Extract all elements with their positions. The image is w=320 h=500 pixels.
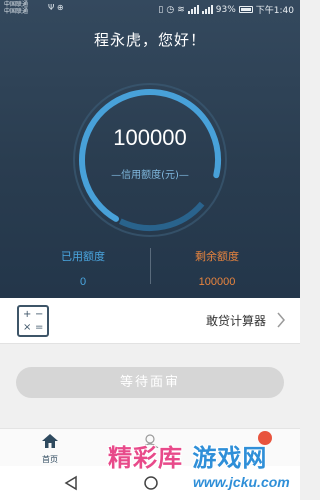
home-icon: [42, 434, 58, 448]
stats-divider: [150, 248, 151, 284]
back-icon[interactable]: [64, 475, 78, 491]
wifi-icon: ≋: [177, 4, 185, 15]
greeting-title: 程永虎，您好！: [93, 31, 206, 49]
used-limit-label: 已用额度: [61, 250, 105, 263]
site-watermark: 精彩库 游戏网 www.jcku.com: [108, 438, 300, 498]
carrier-labels: 中国联通 中国联通: [4, 1, 28, 15]
status-bar: 中国联通 中国联通 Ψ ⊕ ▯ ◷ ≋ 93% 下午1:40: [0, 0, 300, 18]
chevron-right-icon: [277, 312, 285, 328]
credit-amount-label: —信用额度(元)—: [111, 170, 189, 181]
tab-home-label: 首页: [42, 455, 58, 464]
carrier-2: 中国联通: [4, 8, 29, 15]
status-icons: ▯ ◷ ≋ 93% 下午1:40: [158, 3, 294, 17]
carrier-1: 中国联通: [4, 1, 29, 8]
alarm-icon: ◷: [166, 4, 175, 15]
vibrate-icon: ▯: [158, 4, 164, 15]
loan-calculator-title: 敢贷计算器: [205, 314, 266, 328]
remaining-limit-label: 剩余额度: [195, 250, 239, 263]
remaining-limit-value: 100000: [198, 276, 236, 288]
credit-ring-graphic: [73, 83, 227, 237]
battery-icon: [238, 6, 253, 13]
credit-ring: 100000 —信用额度(元)—: [70, 80, 230, 240]
watermark-text-part1: 精彩库: [108, 444, 183, 472]
used-limit-value: 0: [79, 276, 87, 288]
clock: 下午1:40: [255, 6, 294, 16]
signal-icon-2: [201, 5, 213, 14]
remaining-limit: 剩余额度 100000: [142, 248, 292, 288]
watermark-text-part2: 游戏网: [192, 444, 268, 472]
signal-icon: [187, 5, 199, 14]
calculator-icon: + − × =: [17, 305, 49, 337]
watermark-text: 精彩库 游戏网: [108, 438, 267, 473]
loan-calculator-row[interactable]: + − × = 敢贷计算器: [0, 298, 300, 344]
usb-icon: Ψ ⊕: [48, 3, 64, 12]
battery-percent: 93%: [215, 4, 236, 15]
credit-amount: 100000: [113, 125, 187, 150]
tab-home[interactable]: 首页: [35, 433, 65, 465]
await-interview-button[interactable]: 等待面审: [16, 367, 284, 398]
watermark-url: www.jcku.com: [193, 474, 290, 490]
used-limit: 已用额度 0: [8, 248, 158, 288]
account-header: 中国联通 中国联通 Ψ ⊕ ▯ ◷ ≋ 93% 下午1:40 程永虎，您好！ 1…: [0, 0, 300, 298]
